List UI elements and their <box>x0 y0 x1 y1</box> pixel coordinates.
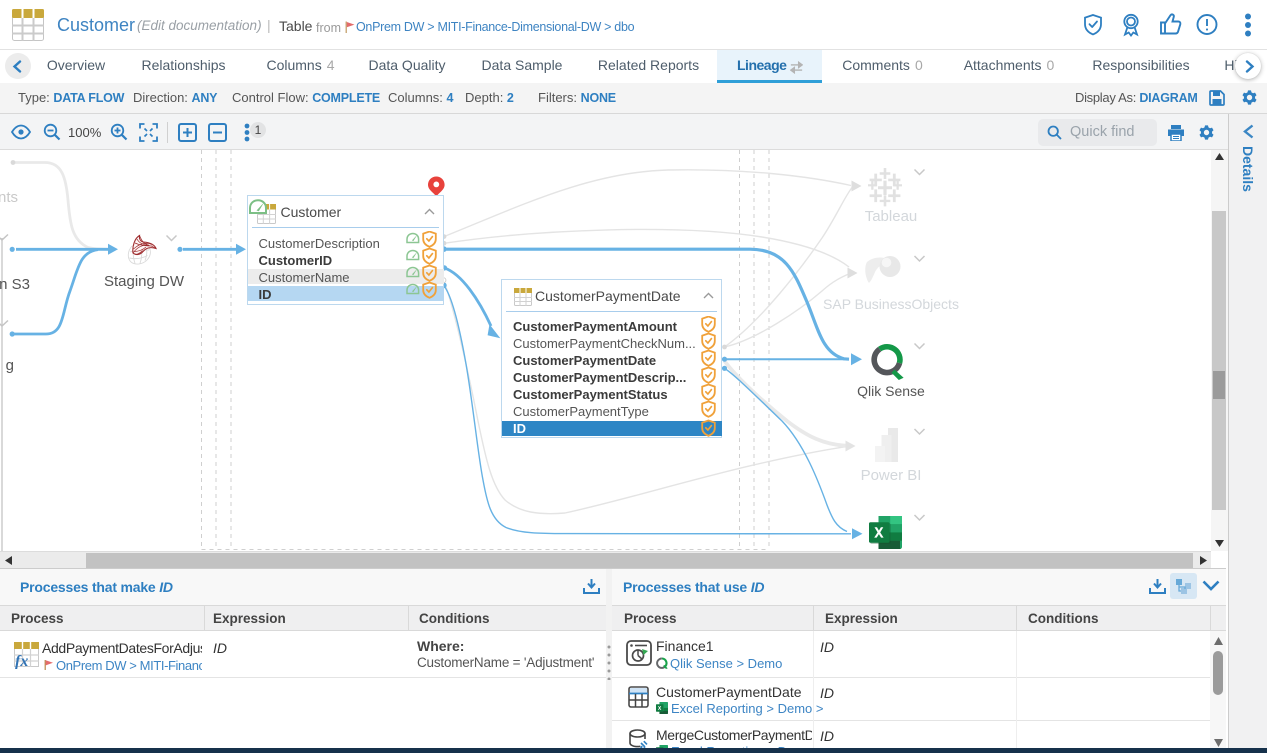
svg-text:fx: fx <box>15 653 28 669</box>
